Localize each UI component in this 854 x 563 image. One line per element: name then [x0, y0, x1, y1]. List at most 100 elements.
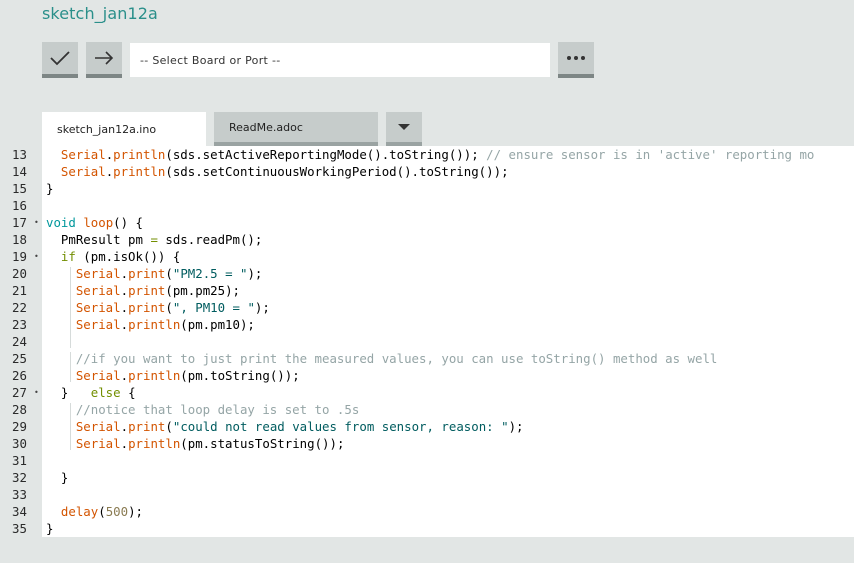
code-token: Serial: [75, 436, 121, 451]
tab-sketch-ino[interactable]: sketch_jan12a.ino: [42, 112, 206, 146]
upload-button[interactable]: [86, 42, 122, 78]
line-number: 26: [12, 368, 27, 383]
line-number: 13: [12, 147, 27, 162]
ellipsis-icon: [567, 56, 585, 60]
verify-button[interactable]: [42, 42, 78, 78]
code-token: }: [46, 470, 69, 485]
code-token: (sds.setActiveReportingMode().toString()…: [165, 147, 487, 162]
code-line: Serial.println(sds.setContinuousWorkingP…: [46, 163, 509, 180]
code-token: .: [120, 317, 129, 332]
code-token: Serial: [60, 147, 106, 162]
fold-marker-icon[interactable]: •: [34, 384, 39, 401]
code-token: println: [128, 436, 181, 451]
code-token: (pm.pm10);: [180, 317, 255, 332]
line-number: 14: [12, 164, 27, 179]
code-token: print: [128, 419, 166, 434]
code-token: print: [128, 266, 166, 281]
tab-readme-adoc[interactable]: ReadMe.adoc: [214, 112, 378, 146]
code-token: (pm.statusToString());: [180, 436, 345, 451]
tab-menu-button[interactable]: [386, 112, 422, 146]
code-token: loop: [83, 215, 114, 230]
code-line: Serial.println(pm.toString());: [46, 367, 300, 384]
code-line: Serial.println(pm.statusToString());: [46, 435, 345, 452]
sketch-title: sketch_jan12a: [42, 4, 158, 23]
code-token: (pm.toString());: [180, 368, 300, 383]
code-token: (pm.pm25);: [165, 283, 240, 298]
line-number: 24: [12, 334, 27, 349]
code-token: print: [128, 283, 166, 298]
code-token: ", PM10 = ": [172, 300, 255, 315]
code-line: Serial.print("could not read values from…: [46, 418, 524, 435]
fold-marker-icon[interactable]: •: [34, 248, 39, 265]
board-port-select[interactable]: -- Select Board or Port --: [130, 43, 550, 77]
code-token: );: [247, 266, 263, 281]
code-token: .: [120, 368, 129, 383]
code-token: }: [46, 521, 54, 536]
code-token: .: [120, 419, 129, 434]
code-token: if: [60, 249, 76, 264]
code-token: .: [120, 283, 129, 298]
code-token: (sds.setContinuousWorkingPeriod().toStri…: [165, 164, 509, 179]
code-line: }: [46, 469, 68, 486]
code-line: Serial.println(pm.pm10);: [46, 316, 255, 333]
line-number: 34: [12, 504, 27, 519]
code-line: } else {: [46, 384, 136, 401]
code-token: println: [113, 164, 166, 179]
line-number: 15: [12, 181, 27, 196]
code-token: //if you want to just print the measured…: [75, 351, 718, 366]
code-token: Serial: [75, 368, 121, 383]
code-token: delay: [60, 504, 99, 519]
line-number: 32: [12, 470, 27, 485]
code-line: //notice that loop delay is set to .5s: [46, 401, 359, 418]
indent-guide: [70, 403, 71, 450]
code-line: Serial.print("PM2.5 = ");: [46, 265, 263, 282]
code-token: .: [120, 436, 129, 451]
code-line: }: [46, 520, 53, 537]
code-token: 500: [105, 504, 129, 519]
code-line: PmResult pm = sds.readPm();: [46, 231, 262, 248]
code-token: print: [128, 300, 166, 315]
code-line: //if you want to just print the measured…: [46, 350, 718, 367]
fold-marker-icon[interactable]: •: [34, 214, 39, 231]
code-token: Serial: [75, 300, 121, 315]
code-token: (: [165, 266, 173, 281]
code-token: // ensure sensor is in 'active' reportin…: [486, 147, 815, 162]
code-token: println: [128, 368, 181, 383]
code-token: "PM2.5 = ": [172, 266, 248, 281]
code-token: );: [128, 504, 144, 519]
code-line: void loop() {: [46, 214, 143, 231]
code-token: sds.readPm();: [157, 232, 263, 247]
arrow-right-icon: [95, 51, 114, 65]
checkmark-icon: [50, 51, 70, 66]
code-line: Serial.print(pm.pm25);: [46, 282, 240, 299]
code-token: .: [120, 266, 129, 281]
code-token: PmResult pm: [46, 232, 151, 247]
code-token: (: [165, 300, 173, 315]
code-line: delay(500);: [46, 503, 143, 520]
line-number-gutter: 13 14 15 16 17 • 18 19 • 20 21 22 23 24 25 26 27 • 28 29 30 3…: [0, 146, 42, 537]
indent-guide: [70, 352, 71, 382]
line-number: 29: [12, 419, 27, 434]
code-token: Serial: [75, 317, 121, 332]
code-token: .: [120, 300, 129, 315]
code-token: }: [46, 181, 54, 196]
code-line: }: [46, 180, 53, 197]
code-editor[interactable]: Serial.println(sds.setActiveReportingMod…: [42, 146, 854, 537]
code-token: println: [113, 147, 166, 162]
code-token: (: [98, 504, 106, 519]
code-token: }: [46, 385, 91, 400]
code-line: if (pm.isOk()) {: [46, 248, 180, 265]
line-number: 28: [12, 402, 27, 417]
code-line: Serial.print(", PM10 = ");: [46, 299, 270, 316]
line-number: 16: [12, 198, 27, 213]
caret-down-icon: [398, 124, 410, 130]
more-options-button[interactable]: [558, 42, 594, 78]
code-token: =: [150, 232, 158, 247]
